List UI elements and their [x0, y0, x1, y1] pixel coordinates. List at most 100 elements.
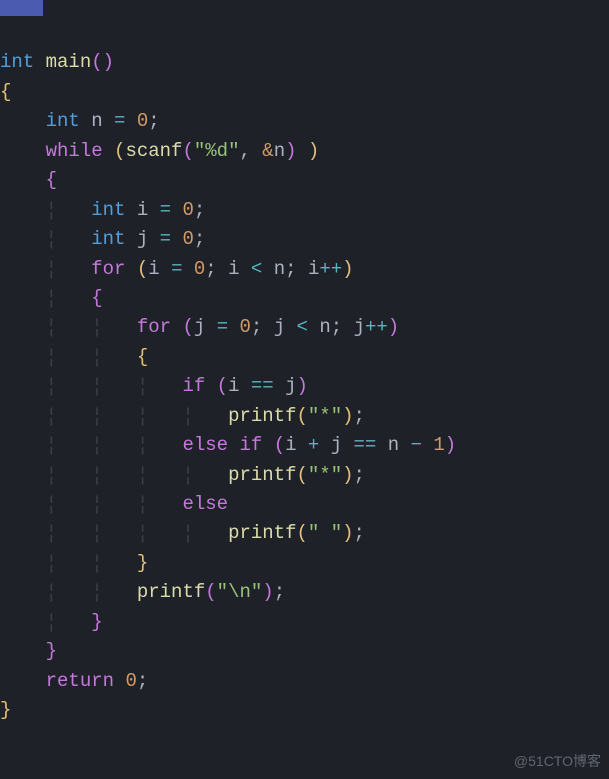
- var-j: j: [137, 228, 148, 250]
- paren: (: [274, 434, 285, 456]
- indent-guide: ¦: [46, 287, 57, 309]
- str: "\n": [217, 581, 263, 603]
- brace: {: [46, 169, 57, 191]
- op-eqeq: ==: [354, 434, 377, 456]
- op-inc: ++: [319, 258, 342, 280]
- brace: }: [46, 640, 57, 662]
- kw-for: for: [137, 316, 171, 338]
- paren: ): [297, 375, 308, 397]
- op-eq: =: [160, 228, 171, 250]
- code-block: int main() { int n = 0; while (scanf("%d…: [0, 0, 609, 726]
- indent-guide: ¦: [46, 199, 57, 221]
- var-i: i: [228, 375, 239, 397]
- indent-guide: ¦ ¦ ¦ ¦: [46, 405, 194, 427]
- paren: ): [388, 316, 399, 338]
- semi: ;: [354, 405, 365, 427]
- indent-guide: ¦ ¦: [46, 581, 103, 603]
- indent-guide: ¦: [46, 228, 57, 250]
- kw-else: else: [182, 434, 228, 456]
- watermark: @51CTO博客: [514, 751, 601, 773]
- num: 0: [182, 228, 193, 250]
- paren: (: [296, 522, 307, 544]
- paren: ): [262, 581, 273, 603]
- brace: }: [0, 699, 11, 721]
- paren: ): [342, 522, 353, 544]
- num: 1: [433, 434, 444, 456]
- paren: (: [217, 375, 228, 397]
- indent-guide: ¦ ¦: [46, 316, 103, 338]
- semi: ;: [251, 316, 262, 338]
- var-i: i: [285, 434, 296, 456]
- op-lt: <: [251, 258, 262, 280]
- paren: (: [137, 258, 148, 280]
- num: 0: [194, 258, 205, 280]
- paren: (): [91, 51, 114, 73]
- paren: (: [296, 464, 307, 486]
- str: "*": [308, 405, 342, 427]
- indent-guide: ¦ ¦ ¦ ¦: [46, 464, 194, 486]
- semi: ;: [354, 522, 365, 544]
- kw-for: for: [91, 258, 125, 280]
- semi: ;: [205, 258, 216, 280]
- paren: (: [296, 405, 307, 427]
- fn-printf: printf: [137, 581, 205, 603]
- semi: ;: [285, 258, 296, 280]
- selection-highlight: [0, 0, 43, 16]
- paren: ): [342, 464, 353, 486]
- var-i: i: [137, 199, 148, 221]
- kw-if: if: [239, 434, 262, 456]
- var-i: i: [308, 258, 319, 280]
- var-i: i: [228, 258, 239, 280]
- comma: ,: [239, 140, 250, 162]
- op-eq: =: [171, 258, 182, 280]
- indent-guide: ¦ ¦ ¦: [46, 493, 149, 515]
- indent-guide: ¦: [46, 611, 57, 633]
- var-n: n: [274, 258, 285, 280]
- op-eqeq: ==: [251, 375, 274, 397]
- fn-printf: printf: [228, 405, 296, 427]
- str: "*": [308, 464, 342, 486]
- num: 0: [182, 199, 193, 221]
- var-j: j: [194, 316, 205, 338]
- indent-guide: ¦ ¦ ¦: [46, 375, 149, 397]
- var-n: n: [274, 140, 285, 162]
- indent-guide: ¦ ¦: [46, 552, 103, 574]
- brace: {: [137, 346, 148, 368]
- fn-main: main: [46, 51, 92, 73]
- var-i: i: [148, 258, 159, 280]
- op-eq: =: [160, 199, 171, 221]
- op-eq: =: [114, 110, 125, 132]
- paren: ): [285, 140, 296, 162]
- semi: ;: [194, 199, 205, 221]
- num: 0: [240, 316, 251, 338]
- paren: ): [445, 434, 456, 456]
- brace: {: [91, 287, 102, 309]
- str: "%d": [194, 140, 240, 162]
- var-j: j: [274, 316, 285, 338]
- indent-guide: ¦ ¦: [46, 346, 103, 368]
- num: 0: [137, 110, 148, 132]
- indent-guide: ¦: [46, 258, 57, 280]
- brace: {: [0, 81, 11, 103]
- op-eq: =: [217, 316, 228, 338]
- type-int: int: [0, 51, 34, 73]
- paren: (: [182, 140, 193, 162]
- brace: }: [137, 552, 148, 574]
- paren: ): [342, 405, 353, 427]
- kw-while: while: [46, 140, 103, 162]
- var-j: j: [354, 316, 365, 338]
- paren: (: [205, 581, 216, 603]
- fn-printf: printf: [228, 522, 296, 544]
- indent-guide: ¦ ¦ ¦ ¦: [46, 522, 194, 544]
- op-amp: &: [262, 140, 273, 162]
- var-n: n: [388, 434, 399, 456]
- semi: ;: [354, 464, 365, 486]
- type-int: int: [91, 199, 125, 221]
- fn-printf: printf: [228, 464, 296, 486]
- str: " ": [308, 522, 342, 544]
- semi: ;: [331, 316, 342, 338]
- paren: ): [342, 258, 353, 280]
- brace: }: [91, 611, 102, 633]
- indent-guide: ¦ ¦ ¦: [46, 434, 149, 456]
- type-int: int: [91, 228, 125, 250]
